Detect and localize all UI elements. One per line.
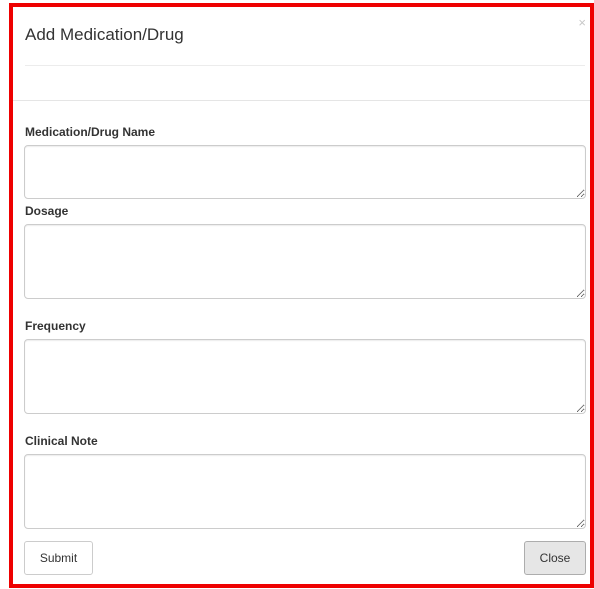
frequency-label: Frequency: [25, 319, 86, 333]
header-divider: [25, 65, 585, 66]
medication-name-label: Medication/Drug Name: [25, 125, 156, 139]
clinical-note-label: Clinical Note: [25, 434, 98, 448]
clinical-note-field[interactable]: [24, 454, 586, 529]
add-medication-modal: Add Medication/Drug × Medication/Drug Na…: [9, 3, 594, 588]
close-button[interactable]: Close: [524, 541, 586, 575]
medication-name-field[interactable]: [24, 145, 586, 199]
dosage-field[interactable]: [24, 224, 586, 299]
submit-button[interactable]: Submit: [24, 541, 93, 575]
frequency-field[interactable]: [24, 339, 586, 414]
close-icon[interactable]: ×: [578, 16, 586, 29]
dosage-label: Dosage: [25, 204, 69, 218]
modal-title: Add Medication/Drug: [25, 25, 184, 44]
modal-header: Add Medication/Drug ×: [13, 7, 590, 101]
